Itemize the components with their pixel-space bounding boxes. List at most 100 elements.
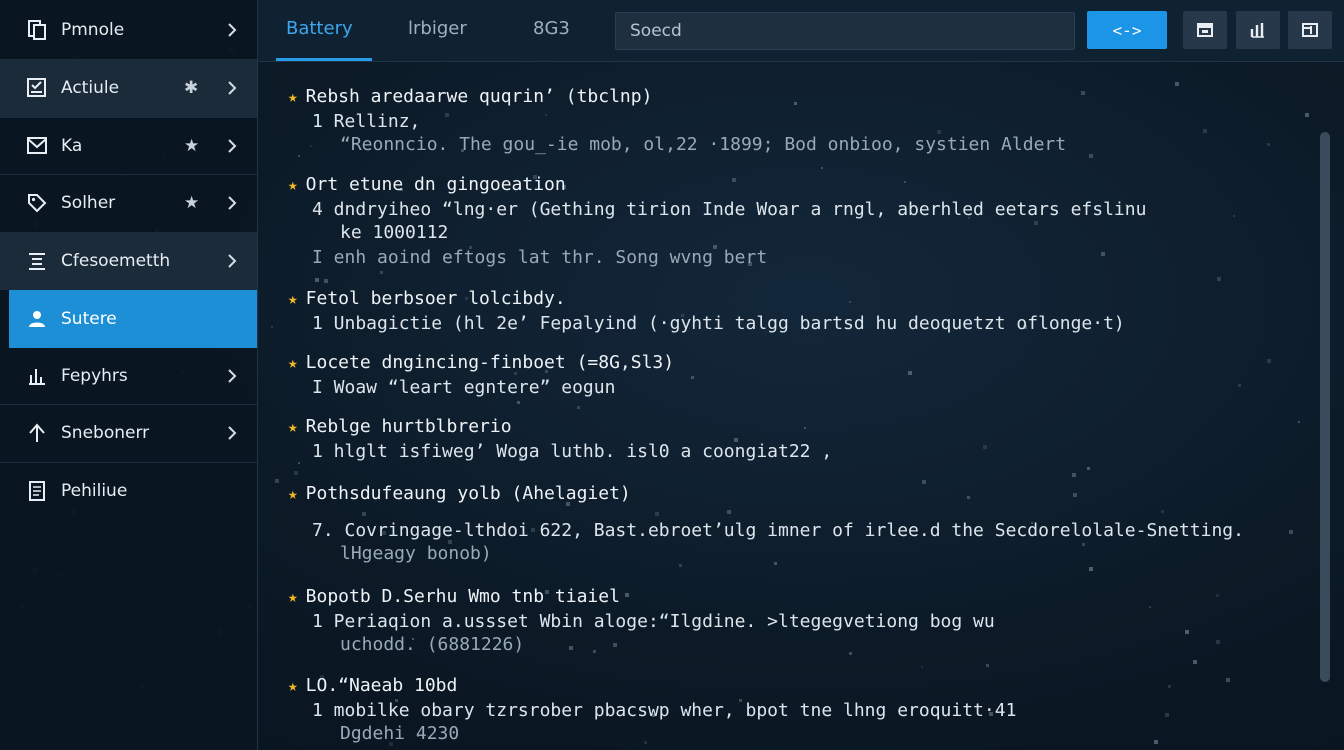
tab-battery[interactable]: Battery xyxy=(286,18,353,39)
chevron-right-icon xyxy=(228,426,237,440)
chevron-right-icon xyxy=(228,139,237,153)
sidebar-item-label: Fepyhrs xyxy=(61,365,128,386)
chevron-right-icon xyxy=(228,196,237,210)
sidebar-item-label: Pmnole xyxy=(61,19,125,40)
entry-title-text: Bopotb D.Serhu Wmo tnb tiaiel xyxy=(305,586,620,607)
star-icon[interactable]: ★ xyxy=(288,87,298,106)
entry-subline: Dgdehi 4230 xyxy=(340,723,460,744)
entry-title-text: Ort etune dn gingoeation xyxy=(305,174,566,195)
sidebar-item-pmnole[interactable]: Pmnole xyxy=(0,0,257,60)
star-icon[interactable]: ★ xyxy=(288,676,298,695)
search-input[interactable] xyxy=(615,12,1075,50)
entry-line: 7. Covringage-lthdoi 622, Bast.ebroet’ul… xyxy=(312,520,1244,541)
list-icon xyxy=(24,250,50,272)
entry-subline: uchodd. (6881226) xyxy=(340,634,525,655)
sidebar-item-label: Sutere xyxy=(61,308,117,329)
sidebar-item-label: Cfesoemetth xyxy=(61,250,171,271)
entry-line: 1 mobilke obary tzrsrober pbacswp wher, … xyxy=(312,700,1017,721)
entry-subline: I enh aoind eftogs lat thr. Song wvng be… xyxy=(312,247,768,268)
chevron-right-icon xyxy=(228,22,237,37)
export-button[interactable] xyxy=(1288,11,1332,49)
entry-line: 1 Rellinz, xyxy=(312,111,421,132)
entry-title: ★ Rebsh aredaarwe quqrin’ (tbclnp) xyxy=(288,86,1304,107)
document-icon xyxy=(24,19,50,41)
mail-icon xyxy=(24,135,50,157)
list-item[interactable]: ★ Locete dngincing-finboet (=8G,Sl3) I Wo… xyxy=(288,352,1304,398)
pin-icon[interactable]: ✱ xyxy=(184,78,198,98)
tag-icon xyxy=(24,192,50,214)
chevron-right-icon xyxy=(228,81,237,95)
sidebar-item-actiule[interactable]: Actiule ✱ xyxy=(0,60,257,118)
entry-title: ★ Reblge hurtblbrerio xyxy=(288,416,1304,437)
upload-icon xyxy=(24,422,50,444)
entry-subline: “Reonncio. The gou_-iе mob, ol,22 ·1899;… xyxy=(340,134,1067,155)
sidebar-item-solher[interactable]: Solher ★ xyxy=(0,175,257,233)
entry-line: 1 Unbagictie (hl 2e’ Fepalyind (·gyhti t… xyxy=(312,313,1125,334)
entry-line: 1 hlglt isfiweg’ Woga luthb. isl0 a coon… xyxy=(312,441,833,462)
export-icon xyxy=(1302,23,1318,37)
star-icon[interactable]: ★ xyxy=(288,587,298,606)
star-icon[interactable]: ★ xyxy=(184,193,199,213)
file-icon xyxy=(24,480,50,502)
sidebar-item-snebonerr[interactable]: Snebonerr xyxy=(0,405,257,463)
bar-chart-icon xyxy=(24,365,50,387)
window-button[interactable] xyxy=(1183,11,1227,49)
entry-title: ★ LO.“Naeab 10bd xyxy=(288,675,1304,696)
entry-line: 1 Periaqion a.ussset Wbin aloge:“Ilgdine… xyxy=(312,611,995,632)
graph-button[interactable] xyxy=(1236,11,1280,49)
chevron-right-icon xyxy=(228,369,237,383)
sidebar-item-cfesoemetth[interactable]: Cfesoemetth xyxy=(0,232,257,290)
entry-title-text: LO.“Naeab 10bd xyxy=(305,675,458,696)
star-icon[interactable]: ★ xyxy=(184,136,199,156)
star-icon[interactable]: ★ xyxy=(288,175,298,194)
vertical-scrollbar[interactable] xyxy=(1320,132,1330,682)
scrollbar-thumb[interactable] xyxy=(1320,132,1330,682)
sidebar-item-label: Snebonerr xyxy=(61,423,150,444)
sidebar-item-sutere[interactable]: Sutere xyxy=(9,290,257,348)
list-item[interactable]: ★ Pothsdufeaung yolb (Ahelagiet) 7. Covri… xyxy=(288,483,1304,564)
sidebar-item-label: Actiule xyxy=(61,78,120,99)
sidebar-item-fepyhrs[interactable]: Fepyhrs xyxy=(0,348,257,405)
sidebar-item-label: Solher xyxy=(61,193,116,214)
tab-8g3[interactable]: 8G3 xyxy=(533,18,570,39)
star-icon[interactable]: ★ xyxy=(288,289,298,308)
swap-button[interactable]: <-> xyxy=(1087,11,1167,49)
entry-title-text: Rebsh aredaarwe quqrin’ (tbclnp) xyxy=(305,86,653,107)
entry-subline: lHgeagy bonob) xyxy=(340,543,492,564)
entry-title: ★ Locete dngincing-finboet (=8G,Sl3) xyxy=(288,352,1304,373)
sidebar: Pmnole Actiule ✱ Ka ★ Solher ★ Cfesoemet… xyxy=(0,0,258,750)
list-item[interactable]: ★ Rebsh aredaarwe quqrin’ (tbclnp) 1 Rell… xyxy=(288,86,1304,155)
active-tab-indicator xyxy=(276,58,372,61)
graph-icon xyxy=(1250,23,1264,38)
entry-title: ★ Fetol berbsoer lolcibdy. xyxy=(288,288,1304,309)
entry-list: ★ Rebsh aredaarwe quqrin’ (tbclnp) 1 Rell… xyxy=(258,62,1344,750)
entry-title: ★ Bopotb D.Serhu Wmo tnb tiaiel xyxy=(288,586,1304,607)
sidebar-item-label: Pehiliue xyxy=(61,481,128,502)
sidebar-item-label: Ka xyxy=(61,135,83,156)
chevron-right-icon xyxy=(228,254,237,268)
entry-title-text: Locete dngincing-finboet (=8G,Sl3) xyxy=(305,352,675,373)
sidebar-item-pehiliue[interactable]: Pehiliue xyxy=(0,463,257,521)
entry-title-text: Fetol berbsoer lolcibdy. xyxy=(305,288,566,309)
app-window: Pmnole Actiule ✱ Ka ★ Solher ★ Cfesoemet… xyxy=(0,0,1344,750)
star-icon[interactable]: ★ xyxy=(288,417,298,436)
sidebar-item-ka[interactable]: Ka ★ xyxy=(0,118,257,175)
list-item[interactable]: ★ Bopotb D.Serhu Wmo tnb tiaiel 1 Periaqi… xyxy=(288,586,1304,655)
window-icon xyxy=(1197,23,1213,37)
tab-lrbiger[interactable]: lrbiger xyxy=(408,18,467,39)
entry-line: I Woaw “leart egntere” eogun xyxy=(312,377,616,398)
entry-title-text: Pothsdufeaung yolb (Ahelagiet) xyxy=(305,483,631,504)
top-toolbar: Battery lrbiger 8G3 <-> xyxy=(258,0,1344,62)
list-item[interactable]: ★ LO.“Naeab 10bd 1 mobilke obary tzrsrobe… xyxy=(288,675,1304,744)
list-item[interactable]: ★ Ort etune dn gingoeation 4 dndryiheo “l… xyxy=(288,174,1304,268)
entry-title: ★ Ort etune dn gingoeation xyxy=(288,174,1304,195)
star-icon[interactable]: ★ xyxy=(288,353,298,372)
entry-title-text: Reblge hurtblbrerio xyxy=(305,416,512,437)
list-item[interactable]: ★ Reblge hurtblbrerio 1 hlglt isfiweg’ Wo… xyxy=(288,416,1304,462)
person-icon xyxy=(24,308,50,330)
entry-subline: ke 1000112 xyxy=(340,222,449,243)
star-icon[interactable]: ★ xyxy=(288,484,298,503)
checklist-icon xyxy=(24,77,50,99)
list-item[interactable]: ★ Fetol berbsoer lolcibdy. 1 Unbagictie (… xyxy=(288,288,1304,334)
entry-line: 4 dndryiheo “lng·er (Gething tirion Inde… xyxy=(312,199,1147,220)
